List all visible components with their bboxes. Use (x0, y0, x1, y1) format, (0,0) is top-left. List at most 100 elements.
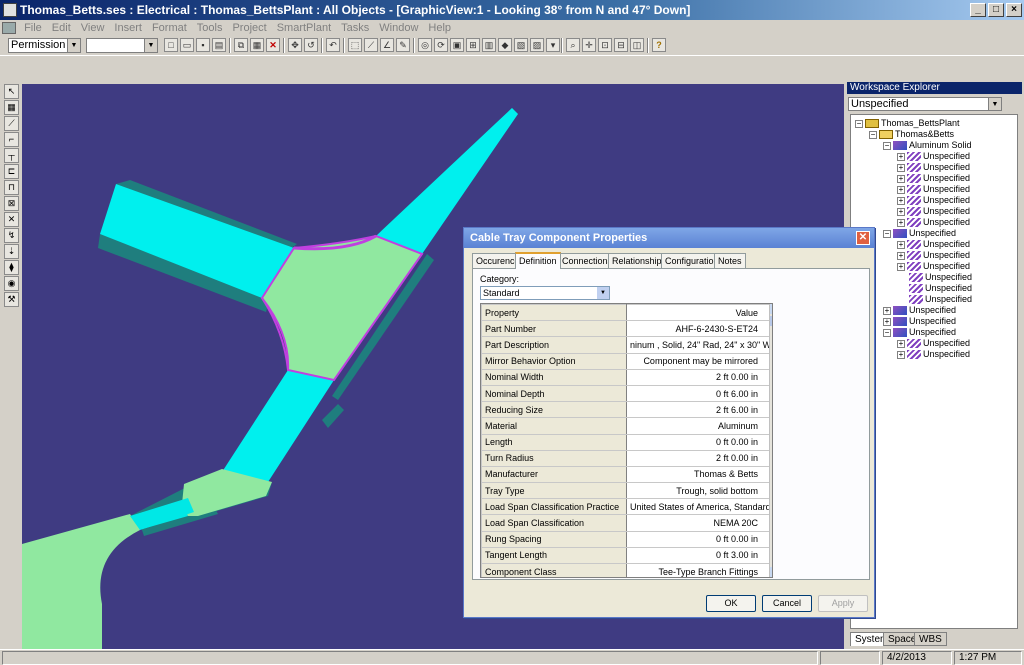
close-button[interactable]: × (1006, 3, 1022, 17)
property-value[interactable]: ninum , Solid, 24" Rad, 24" x 30" W x 6"… (626, 336, 772, 354)
tree-node-item[interactable]: + Unspecified (897, 195, 970, 206)
menu-edit[interactable]: Edit (47, 20, 76, 36)
highlight-icon[interactable]: ◆ (498, 38, 512, 52)
explorer-tree[interactable]: − Thomas_BettsPlant − Thomas&Betts − Alumin… (850, 114, 1018, 629)
expand-icon[interactable]: + (897, 185, 905, 194)
print-icon[interactable]: ▤ (212, 38, 226, 52)
menu-tasks[interactable]: Tasks (336, 20, 374, 36)
menu-insert[interactable]: Insert (109, 20, 147, 36)
pointer-icon[interactable]: ↖ (4, 84, 19, 99)
property-value[interactable]: 2 ft 6.00 in (626, 401, 772, 419)
dialog-close-button[interactable]: ✕ (856, 231, 870, 245)
property-value[interactable]: 2 ft 0.00 in (626, 368, 772, 386)
expand-icon[interactable]: + (897, 350, 905, 359)
explorer-filter-select[interactable]: Unspecified ▼ (848, 97, 1002, 111)
ok-button[interactable]: OK (706, 595, 756, 612)
tree-node-item[interactable]: Unspecified (909, 294, 972, 305)
pen-icon[interactable]: ✎ (396, 38, 410, 52)
expand-icon[interactable]: + (897, 339, 905, 348)
elbow-icon[interactable]: ⌐ (4, 132, 19, 147)
permission-group-select[interactable]: Permission Group▼ (8, 38, 81, 53)
menu-window[interactable]: Window (374, 20, 423, 36)
expand-icon[interactable]: + (897, 207, 905, 216)
maximize-button[interactable]: □ (988, 3, 1004, 17)
menu-help[interactable]: Help (423, 20, 456, 36)
pan-icon[interactable]: ✛ (582, 38, 596, 52)
more-icon[interactable]: ▾ (546, 38, 560, 52)
table-row[interactable]: Tray Type Trough, solid bottom (481, 482, 772, 500)
minimize-button[interactable]: _ (970, 3, 986, 17)
menu-file[interactable]: File (19, 20, 47, 36)
table-row[interactable]: Turn Radius 2 ft 0.00 in (481, 449, 772, 467)
view-icon[interactable]: ◎ (418, 38, 432, 52)
layer-icon[interactable]: ▥ (482, 38, 496, 52)
menu-tools[interactable]: Tools (192, 20, 228, 36)
tree-node-folder[interactable]: − Thomas&Betts (869, 129, 954, 140)
tree-node-system[interactable]: + Unspecified (883, 305, 956, 316)
refresh-icon[interactable]: ⟳ (434, 38, 448, 52)
zoom-area-icon[interactable]: ⊟ (614, 38, 628, 52)
undo-icon[interactable]: ↶ (326, 38, 340, 52)
collapse-icon[interactable]: − (883, 328, 891, 337)
paste-icon[interactable]: ▦ (250, 38, 264, 52)
tree-node-item[interactable]: Unspecified (909, 283, 972, 294)
tree-node-plant[interactable]: − Thomas_BettsPlant (855, 118, 960, 129)
collapse-icon[interactable]: − (883, 141, 891, 150)
table-row[interactable]: Manufacturer Thomas & Betts (481, 465, 772, 484)
tree-node-item[interactable]: + Unspecified (897, 173, 970, 184)
expand-icon[interactable]: + (883, 317, 891, 326)
insert-icon[interactable]: ⇣ (4, 244, 19, 259)
render-icon[interactable]: ▨ (530, 38, 544, 52)
tree-node-system[interactable]: − Unspecified (883, 228, 956, 239)
property-value[interactable]: 2 ft 0.00 in (626, 449, 772, 467)
menu-format[interactable]: Format (147, 20, 192, 36)
cross-icon[interactable]: ✕ (4, 212, 19, 227)
tab-wbs[interactable]: WBS (914, 632, 947, 646)
filter-icon[interactable]: ⊞ (466, 38, 480, 52)
route-icon[interactable]: ⟋ (364, 38, 378, 52)
table-row[interactable]: Tangent Length 0 ft 3.00 in (481, 546, 772, 565)
mirror-icon[interactable]: ↺ (304, 38, 318, 52)
tray-icon[interactable]: ▦ (4, 100, 19, 115)
collapse-icon[interactable]: − (883, 229, 891, 238)
property-value[interactable]: 0 ft 0.00 in (626, 530, 772, 548)
fitting-icon[interactable]: ⊓ (4, 180, 19, 195)
property-value[interactable]: United States of America, Standards (626, 498, 772, 516)
expand-icon[interactable]: + (897, 251, 905, 260)
help-icon[interactable]: ? (652, 38, 666, 52)
copy-icon[interactable]: ⧉ (234, 38, 248, 52)
menu-project[interactable]: Project (227, 20, 271, 36)
tree-node-item[interactable]: + Unspecified (897, 151, 970, 162)
cancel-button[interactable]: Cancel (762, 595, 812, 612)
expand-icon[interactable]: + (897, 218, 905, 227)
expand-icon[interactable]: + (897, 174, 905, 183)
zoom-icon[interactable]: ⌕ (566, 38, 580, 52)
collapse-icon[interactable]: − (855, 119, 863, 128)
collapse-icon[interactable]: − (869, 130, 877, 139)
table-row[interactable]: Reducing Size 2 ft 6.00 in (481, 401, 772, 419)
save-icon[interactable]: ▪ (196, 38, 210, 52)
tree-node-item[interactable]: + Unspecified (897, 184, 970, 195)
connect-icon[interactable]: ↯ (4, 228, 19, 243)
tree-node-item[interactable]: + Unspecified (897, 349, 970, 360)
property-value[interactable]: 0 ft 3.00 in (626, 546, 772, 565)
property-value[interactable]: 0 ft 0.00 in (626, 433, 772, 451)
component-icon[interactable]: ◉ (4, 276, 19, 291)
tree-node-system[interactable]: − Aluminum Solid (883, 140, 972, 151)
system-menu-icon[interactable] (2, 22, 16, 35)
expand-icon[interactable]: + (897, 163, 905, 172)
property-value[interactable]: Aluminum (626, 417, 772, 435)
tree-node-item[interactable]: + Unspecified (897, 250, 970, 261)
property-value[interactable]: Trough, solid bottom (626, 482, 772, 500)
spec-icon[interactable]: ⧫ (4, 260, 19, 275)
tree-node-item[interactable]: + Unspecified (897, 217, 970, 228)
tree-node-system[interactable]: + Unspecified (883, 316, 956, 327)
tree-node-item[interactable]: Unspecified (909, 272, 972, 283)
support-icon[interactable]: ⊠ (4, 196, 19, 211)
tree-node-item[interactable]: + Unspecified (897, 239, 970, 250)
move-icon[interactable]: ✥ (288, 38, 302, 52)
menu-smartplant[interactable]: SmartPlant (272, 20, 336, 36)
tab-notes[interactable]: Notes (714, 253, 746, 268)
delete-icon[interactable]: ✕ (266, 38, 280, 52)
filter-select[interactable]: ▼ (86, 38, 158, 53)
